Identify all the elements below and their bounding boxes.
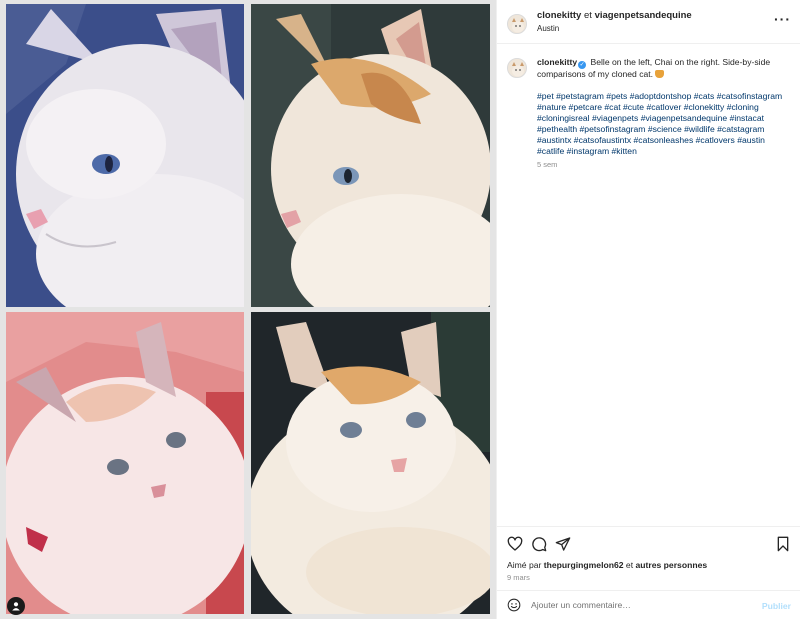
header-connector: et — [581, 10, 595, 21]
hashtag-link[interactable]: #catlover — [646, 102, 681, 112]
tagged-users-button[interactable] — [7, 597, 25, 615]
hashtag-link[interactable]: #kitten — [612, 146, 637, 156]
caption-timestamp: 5 sem — [537, 160, 558, 169]
hashtag-link[interactable]: #petsofinstagram — [580, 124, 646, 134]
hashtag-link[interactable]: #instagram — [567, 146, 610, 156]
hashtag-link[interactable]: #cats — [694, 91, 715, 101]
caption-avatar[interactable] — [507, 58, 527, 78]
hashtag-link[interactable]: #cloningisreal — [537, 113, 590, 123]
bookmark-icon[interactable] — [775, 536, 791, 552]
photo-belle-bottom-left — [6, 312, 244, 614]
likes-others-link[interactable]: autres personnes — [635, 560, 707, 570]
header-usernames: clonekitty et viagenpetsandequine — [537, 10, 692, 21]
hashtag-link[interactable]: #science — [648, 124, 682, 134]
header-username-link[interactable]: clonekitty — [537, 10, 581, 21]
hashtag-link[interactable]: #petcare — [569, 102, 602, 112]
hashtag-link[interactable]: #catstagram — [717, 124, 764, 134]
hashtag-link[interactable]: #austintx — [537, 135, 571, 145]
hashtag-link[interactable]: #clonekitty — [684, 102, 725, 112]
header-collaborator-link[interactable]: viagenpetsandequine — [595, 10, 692, 21]
post-media[interactable] — [0, 0, 496, 619]
photo-chai-bottom-right — [251, 312, 490, 614]
hashtag-list: #pet #petstagram #pets #adoptdontshop #c… — [537, 91, 793, 157]
hashtag-link[interactable]: #catsofinstagram — [717, 91, 782, 101]
hashtag-link[interactable]: #viagenpets — [592, 113, 638, 123]
verified-badge-icon: ✓ — [578, 61, 587, 69]
photo-belle-top-left — [6, 4, 244, 307]
likes-prefix: Aimé par — [507, 560, 544, 570]
hashtag-link[interactable]: #instacat — [730, 113, 764, 123]
publish-button[interactable]: Publier — [762, 601, 791, 611]
caption-text: clonekitty ✓ Belle on the left, Chai on t… — [537, 57, 793, 80]
hashtag-link[interactable]: #nature — [537, 102, 566, 112]
liker-username-link[interactable]: thepurgingmelon62 — [544, 560, 624, 570]
caption-username-link[interactable]: clonekitty — [537, 57, 577, 67]
cat-emoji-icon — [655, 70, 665, 78]
hashtag-link[interactable]: #catsonleashes — [634, 135, 694, 145]
hashtag-link[interactable]: #wildlife — [684, 124, 715, 134]
share-icon[interactable] — [555, 536, 571, 552]
hashtag-link[interactable]: #cat — [604, 102, 620, 112]
hashtag-link[interactable]: #cloning — [727, 102, 759, 112]
cat-avatar-icon — [508, 15, 526, 33]
caption-body: clonekitty ✓ Belle on the left, Chai on t… — [537, 57, 793, 170]
user-icon — [12, 602, 20, 611]
post-date: 9 mars — [507, 573, 530, 582]
avatar[interactable] — [507, 14, 527, 34]
likes-summary: Aimé par thepurgingmelon62 et autres per… — [507, 560, 707, 570]
hashtag-link[interactable]: #catlife — [537, 146, 564, 156]
location-link[interactable]: Austin — [537, 24, 559, 33]
likes-connector: et — [623, 560, 636, 570]
action-bar — [497, 526, 800, 556]
more-options-button[interactable]: ··· — [774, 11, 791, 27]
hashtag-link[interactable]: #pethealth — [537, 124, 577, 134]
emoji-icon[interactable] — [507, 598, 521, 612]
hashtag-link[interactable]: #pet — [537, 91, 554, 101]
post-header: clonekitty et viagenpetsandequine Austin… — [497, 0, 800, 44]
hashtag-link[interactable]: #viagenpetsandequine — [641, 113, 728, 123]
hashtag-link[interactable]: #pets — [606, 91, 627, 101]
more-horizontal-icon: ··· — [774, 11, 791, 27]
comment-input[interactable] — [531, 597, 751, 613]
hashtag-link[interactable]: #cute — [623, 102, 644, 112]
hashtag-link[interactable]: #adoptdontshop — [630, 91, 692, 101]
hashtag-link[interactable]: #austin — [737, 135, 765, 145]
photo-chai-top-right — [251, 4, 490, 307]
heart-icon[interactable] — [507, 536, 523, 552]
hashtag-link[interactable]: #petstagram — [556, 91, 604, 101]
cat-avatar-icon — [508, 59, 526, 77]
post-side-panel: clonekitty et viagenpetsandequine Austin… — [496, 0, 800, 619]
comment-box: Publier — [497, 590, 800, 619]
hashtag-link[interactable]: #catsofaustintx — [574, 135, 631, 145]
comment-icon[interactable] — [531, 536, 547, 552]
hashtag-link[interactable]: #catlovers — [696, 135, 735, 145]
